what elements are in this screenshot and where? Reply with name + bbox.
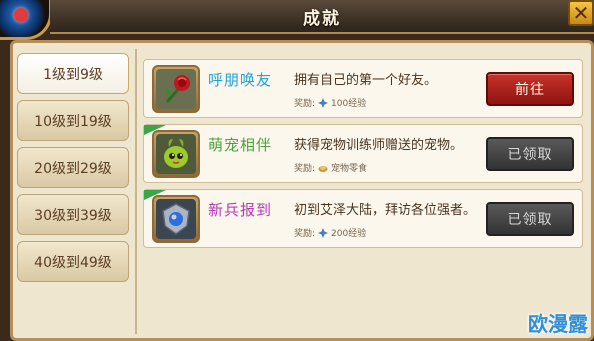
achievement-row: 呼朋唤友 拥有自己的第一个好友。 奖励: 100经验 前往 <box>143 59 583 118</box>
achievement-description: 初到艾泽大陆，拜访各位强者。 <box>294 203 477 218</box>
exp-icon <box>318 227 329 238</box>
pet-icon <box>164 139 188 168</box>
reward-line: 奖励: 100经验 <box>294 96 366 109</box>
achievement-list: 呼朋唤友 拥有自己的第一个好友。 奖励: 100经验 前往 萌宠相伴 获得宠物训… <box>143 59 583 248</box>
claimed-button[interactable]: 已领取 <box>486 202 574 236</box>
reward-line: 奖励: 200经验 <box>294 226 366 239</box>
tab-label: 30级到39级 <box>34 207 112 224</box>
achievement-name: 萌宠相伴 <box>208 136 273 154</box>
exp-icon <box>318 97 329 108</box>
achievement-row: 萌宠相伴 获得宠物训练师赠送的宠物。 奖励: 宠物零食 已领取 <box>143 124 583 183</box>
level-tabs: 1级到9级 10级到19级 20级到29级 30级到39级 40级到49级 <box>17 53 129 282</box>
reward-label: 奖励: <box>294 99 316 109</box>
go-button[interactable]: 前往 <box>486 72 574 106</box>
tab-level-30-39[interactable]: 30级到39级 <box>17 194 129 235</box>
achievement-name: 新兵报到 <box>208 201 273 219</box>
tab-label: 10级到19级 <box>34 113 112 130</box>
achievement-icon-frame <box>152 130 200 178</box>
achievement-description: 获得宠物训练师赠送的宠物。 <box>294 138 464 153</box>
reward-label: 奖励: <box>294 164 316 174</box>
button-label: 已领取 <box>507 212 553 228</box>
menu-orb-icon <box>0 0 52 40</box>
close-button[interactable]: ✕ <box>568 0 594 26</box>
reward-text: 宠物零食 <box>331 164 368 174</box>
tab-level-20-29[interactable]: 20级到29级 <box>17 147 129 188</box>
divider <box>135 49 137 334</box>
tab-label: 40级到49级 <box>34 254 112 271</box>
achievement-description: 拥有自己的第一个好友。 <box>294 73 438 88</box>
tab-level-10-19[interactable]: 10级到19级 <box>17 100 129 141</box>
achievement-icon-frame <box>152 195 200 243</box>
close-icon: ✕ <box>572 1 590 25</box>
tab-label: 1级到9级 <box>43 66 103 83</box>
achievement-row: 新兵报到 初到艾泽大陆，拜访各位强者。 奖励: 200经验 已领取 <box>143 189 583 248</box>
snack-icon <box>318 165 328 172</box>
button-label: 前往 <box>515 82 545 98</box>
rose-icon <box>165 75 190 103</box>
achievement-panel: 1级到9级 10级到19级 20级到29级 30级到39级 40级到49级 呼朋… <box>10 40 594 341</box>
shield-orb-icon <box>162 203 190 235</box>
page-title: 成就 <box>303 8 341 29</box>
title-bar: 成就 <box>50 0 594 34</box>
claimed-button[interactable]: 已领取 <box>486 137 574 171</box>
tab-level-1-9[interactable]: 1级到9级 <box>17 53 129 94</box>
tab-label: 20级到29级 <box>34 160 112 177</box>
reward-text: 200经验 <box>331 229 367 239</box>
reward-line: 奖励: 宠物零食 <box>294 161 367 174</box>
reward-label: 奖励: <box>294 229 316 239</box>
achievement-icon-frame <box>152 65 200 113</box>
reward-text: 100经验 <box>331 99 367 109</box>
button-label: 已领取 <box>507 147 553 163</box>
achievement-name: 呼朋唤友 <box>208 71 273 89</box>
watermark-logo: 欧漫露 <box>528 312 588 336</box>
tab-level-40-49[interactable]: 40级到49级 <box>17 241 129 282</box>
